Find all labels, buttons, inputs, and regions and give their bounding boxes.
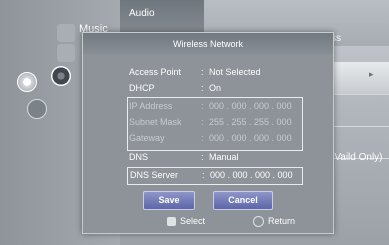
access-point-value: Not Selected bbox=[209, 67, 261, 77]
dns-label: DNS bbox=[129, 152, 149, 162]
dns-server-sep: : bbox=[202, 170, 205, 180]
return-icon bbox=[253, 216, 264, 228]
dns-server-value: 000 . 000 . 000 . 000 bbox=[210, 170, 293, 180]
return-hint: Return bbox=[253, 216, 295, 230]
access-point-sep: : bbox=[201, 67, 204, 77]
ip-address-row: IP Address : 000 . 000 . 000 . 000 bbox=[127, 99, 301, 115]
valid-only-text: (Vaild Only) bbox=[331, 152, 383, 163]
subnet-mask-label: Subnet Mask bbox=[129, 117, 182, 127]
subnet-mask-row: Subnet Mask : 255 . 255 . 255 . 000 bbox=[127, 115, 301, 131]
access-point-row[interactable]: Access Point : Not Selected bbox=[127, 65, 301, 81]
dns-row[interactable]: DNS : Manual bbox=[127, 150, 301, 166]
wireless-network-dialog: Wireless Network Access Point : Not Sele… bbox=[82, 32, 334, 234]
dns-sep: : bbox=[201, 152, 204, 162]
audio-tab-label: Audio bbox=[129, 8, 155, 19]
dialog-title: Wireless Network bbox=[83, 33, 333, 55]
subnet-mask-value: 255 . 255 . 255 . 000 bbox=[209, 117, 292, 127]
dns-server-row[interactable]: DNS Server : 000 . 000 . 000 . 000 bbox=[127, 167, 303, 185]
return-hint-label: Return bbox=[268, 216, 296, 226]
ip-address-label: IP Address bbox=[129, 101, 173, 111]
select-hint: Select bbox=[167, 216, 205, 230]
gateway-label: Gateway bbox=[129, 133, 165, 143]
tv-settings-screen: Music Audio ss ▸ (Vaild Only) Wireless N… bbox=[0, 0, 389, 245]
gateway-value: 000 . 000 . 000 . 000 bbox=[209, 133, 292, 143]
ip-address-sep: : bbox=[201, 101, 204, 111]
ip-address-value: 000 . 000 . 000 . 000 bbox=[209, 101, 292, 111]
cancel-button[interactable]: Cancel bbox=[213, 191, 273, 210]
arrow-icon: ▸ bbox=[369, 69, 374, 79]
settings-gear-icon[interactable] bbox=[51, 66, 71, 86]
gateway-row: Gateway : 000 . 000 . 000 . 000 bbox=[127, 131, 301, 147]
dvd-disc-icon bbox=[17, 72, 37, 92]
dhcp-label: DHCP bbox=[129, 83, 155, 93]
dhcp-row[interactable]: DHCP : On bbox=[127, 81, 301, 97]
dns-server-label: DNS Server bbox=[130, 170, 179, 180]
photo-icon bbox=[57, 44, 75, 62]
subnet-mask-sep: : bbox=[201, 117, 204, 127]
network-globe-icon bbox=[27, 99, 47, 119]
select-hint-label: Select bbox=[180, 216, 206, 226]
dhcp-sep: : bbox=[201, 83, 204, 93]
music-icon bbox=[57, 24, 75, 42]
gateway-sep: : bbox=[201, 133, 204, 143]
save-button[interactable]: Save bbox=[143, 191, 195, 210]
dns-value: Manual bbox=[209, 152, 239, 162]
dhcp-value: On bbox=[209, 83, 222, 93]
access-point-label: Access Point bbox=[129, 67, 182, 77]
enter-key-icon bbox=[167, 217, 176, 227]
